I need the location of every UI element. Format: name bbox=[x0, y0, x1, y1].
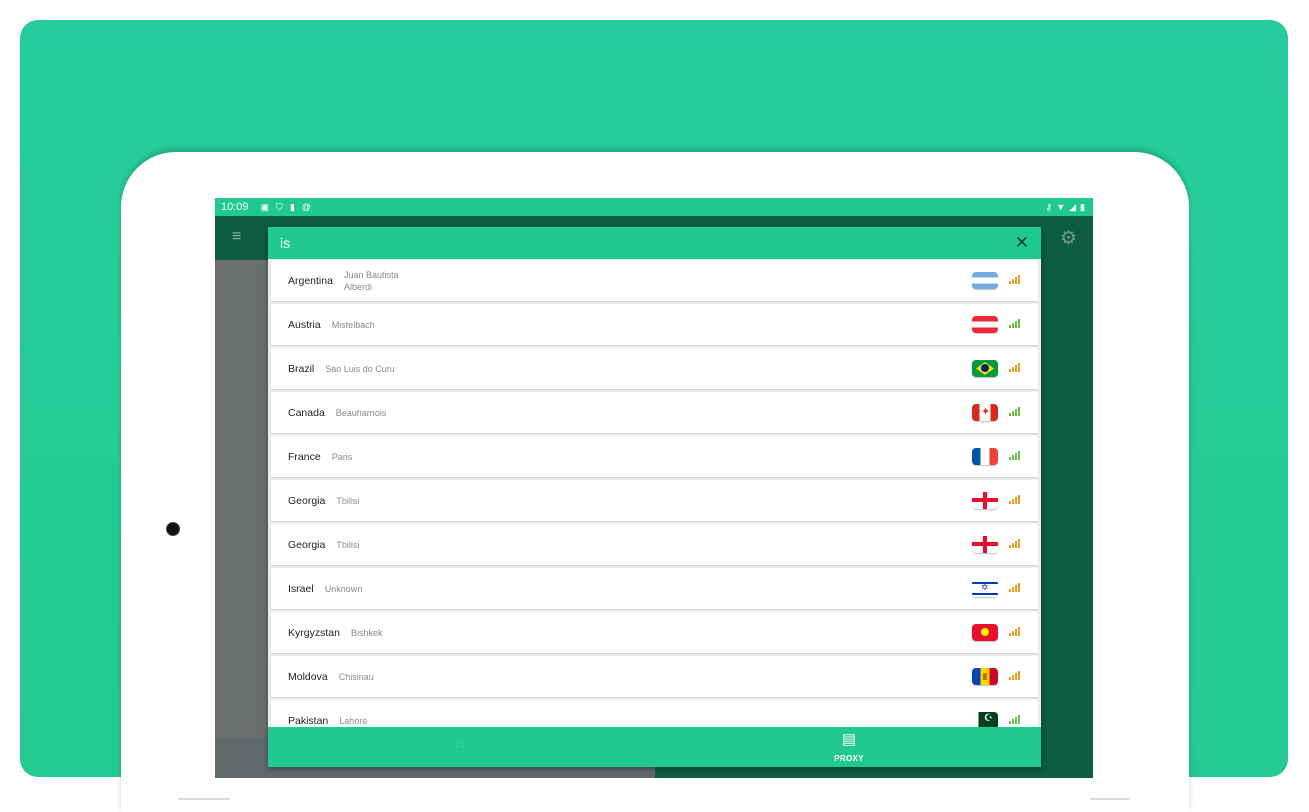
proxy-server-icon: ▤ bbox=[841, 731, 857, 748]
device-screen: 10:09 ▣ ⛉ ▮ @ ⚷ ▼ ◢ ▮ ≡ ⚙ ✕ Argentina Jua… bbox=[215, 198, 1093, 778]
status-bar: 10:09 ▣ ⛉ ▮ @ ⚷ ▼ ◢ ▮ bbox=[215, 198, 1093, 216]
signal-strength-icon bbox=[1009, 714, 1021, 724]
gear-icon[interactable]: ⚙ bbox=[1060, 227, 1077, 250]
battery-icon: ▮ bbox=[1080, 201, 1085, 212]
shield-icon: ⛉ bbox=[276, 201, 283, 212]
tablet-camera bbox=[166, 522, 180, 536]
menu-icon[interactable]: ≡ bbox=[232, 228, 241, 246]
list-item[interactable]: Austria Mistelbach bbox=[271, 304, 1038, 345]
pakistan-flag-icon: ☪ bbox=[972, 712, 998, 727]
sd-card-icon: ▮ bbox=[289, 201, 295, 212]
vpn-key-icon: ⚷ bbox=[1045, 201, 1053, 212]
server-list[interactable]: Argentina Juan Bautista Alberdi Austria Mis… bbox=[268, 259, 1041, 727]
server-city: Juan Bautista Alberdi bbox=[343, 269, 399, 292]
server-city: Chisinau bbox=[338, 671, 374, 682]
brazil-flag-icon bbox=[972, 360, 998, 377]
search-input[interactable] bbox=[278, 234, 982, 252]
server-country: France bbox=[288, 450, 321, 463]
france-flag-icon bbox=[972, 448, 998, 465]
kyrgyzstan-flag-icon bbox=[972, 624, 998, 641]
server-country: Georgia bbox=[288, 538, 326, 551]
server-country: Canada bbox=[288, 406, 325, 419]
server-city: Tbilisi bbox=[336, 539, 360, 550]
status-time: 10:09 bbox=[221, 201, 249, 213]
signal-strength-icon bbox=[1009, 274, 1021, 284]
vpn-icon[interactable]: ⌂ bbox=[456, 735, 464, 751]
server-city: Tbilisi bbox=[336, 495, 360, 506]
server-country: Moldova bbox=[288, 670, 328, 683]
signal-strength-icon bbox=[1009, 582, 1021, 592]
list-item[interactable]: Moldova Chisinau bbox=[271, 656, 1038, 697]
signal-strength-icon bbox=[1009, 406, 1021, 416]
list-item[interactable]: France Paris bbox=[271, 436, 1038, 477]
list-item[interactable]: Georgia Tbilisi bbox=[271, 524, 1038, 565]
georgia-flag-icon bbox=[972, 492, 998, 509]
signal-icon: ◢ bbox=[1069, 201, 1077, 212]
search-bar: ✕ bbox=[268, 227, 1041, 259]
list-item[interactable]: Israel Unknown ✡ bbox=[271, 568, 1038, 609]
server-country: Argentina bbox=[288, 274, 333, 287]
bottom-navigation: ⌂ ▤ PROXY bbox=[268, 727, 1041, 767]
list-item[interactable]: Brazil Sao Luis do Curu bbox=[271, 348, 1038, 389]
list-item[interactable]: Georgia Tbilisi bbox=[271, 480, 1038, 521]
list-item[interactable]: Kyrgyzstan Bishkek bbox=[271, 612, 1038, 653]
signal-strength-icon bbox=[1009, 318, 1021, 328]
server-country: Georgia bbox=[288, 494, 326, 507]
server-city: Mistelbach bbox=[331, 319, 375, 330]
signal-strength-icon bbox=[1009, 626, 1021, 636]
tab-proxy[interactable]: ▤ PROXY bbox=[834, 730, 864, 766]
server-city: Paris bbox=[331, 451, 353, 462]
server-country: Brazil bbox=[288, 362, 315, 375]
signal-strength-icon bbox=[1009, 450, 1021, 460]
a-icon: ▣ bbox=[260, 201, 270, 212]
canada-flag-icon: ✦ bbox=[972, 404, 998, 421]
list-item[interactable]: Argentina Juan Bautista Alberdi bbox=[271, 260, 1038, 301]
signal-strength-icon bbox=[1009, 670, 1021, 680]
server-country: Kyrgyzstan bbox=[288, 626, 340, 639]
server-city: Bishkek bbox=[350, 627, 383, 638]
israel-flag-icon: ✡ bbox=[972, 580, 998, 597]
scrim-right bbox=[1041, 260, 1093, 778]
austria-flag-icon bbox=[972, 316, 998, 333]
tab-proxy-label: PROXY bbox=[834, 754, 864, 763]
server-country: Israel bbox=[288, 582, 314, 595]
signal-strength-icon bbox=[1009, 362, 1021, 372]
list-item[interactable]: Pakistan Lahore ☪ bbox=[271, 700, 1038, 727]
signal-strength-icon bbox=[1009, 494, 1021, 504]
server-country: Pakistan bbox=[288, 714, 329, 727]
moldova-flag-icon bbox=[972, 668, 998, 685]
list-item[interactable]: Canada Beauharnois ✦ bbox=[271, 392, 1038, 433]
georgia-flag-icon bbox=[972, 536, 998, 553]
signal-strength-icon bbox=[1009, 538, 1021, 548]
at-icon: @ bbox=[301, 201, 311, 212]
argentina-flag-icon bbox=[972, 272, 998, 289]
server-city: Beauharnois bbox=[335, 407, 387, 418]
close-icon[interactable]: ✕ bbox=[1015, 233, 1029, 253]
scrim-left bbox=[215, 260, 267, 778]
server-city: Unknown bbox=[324, 583, 363, 594]
server-city: Sao Luis do Curu bbox=[325, 363, 395, 374]
server-country: Austria bbox=[288, 318, 321, 331]
server-search-dialog: ✕ Argentina Juan Bautista Alberdi Austria M… bbox=[268, 227, 1041, 767]
wifi-icon: ▼ bbox=[1056, 201, 1066, 212]
server-city: Lahore bbox=[339, 715, 368, 726]
